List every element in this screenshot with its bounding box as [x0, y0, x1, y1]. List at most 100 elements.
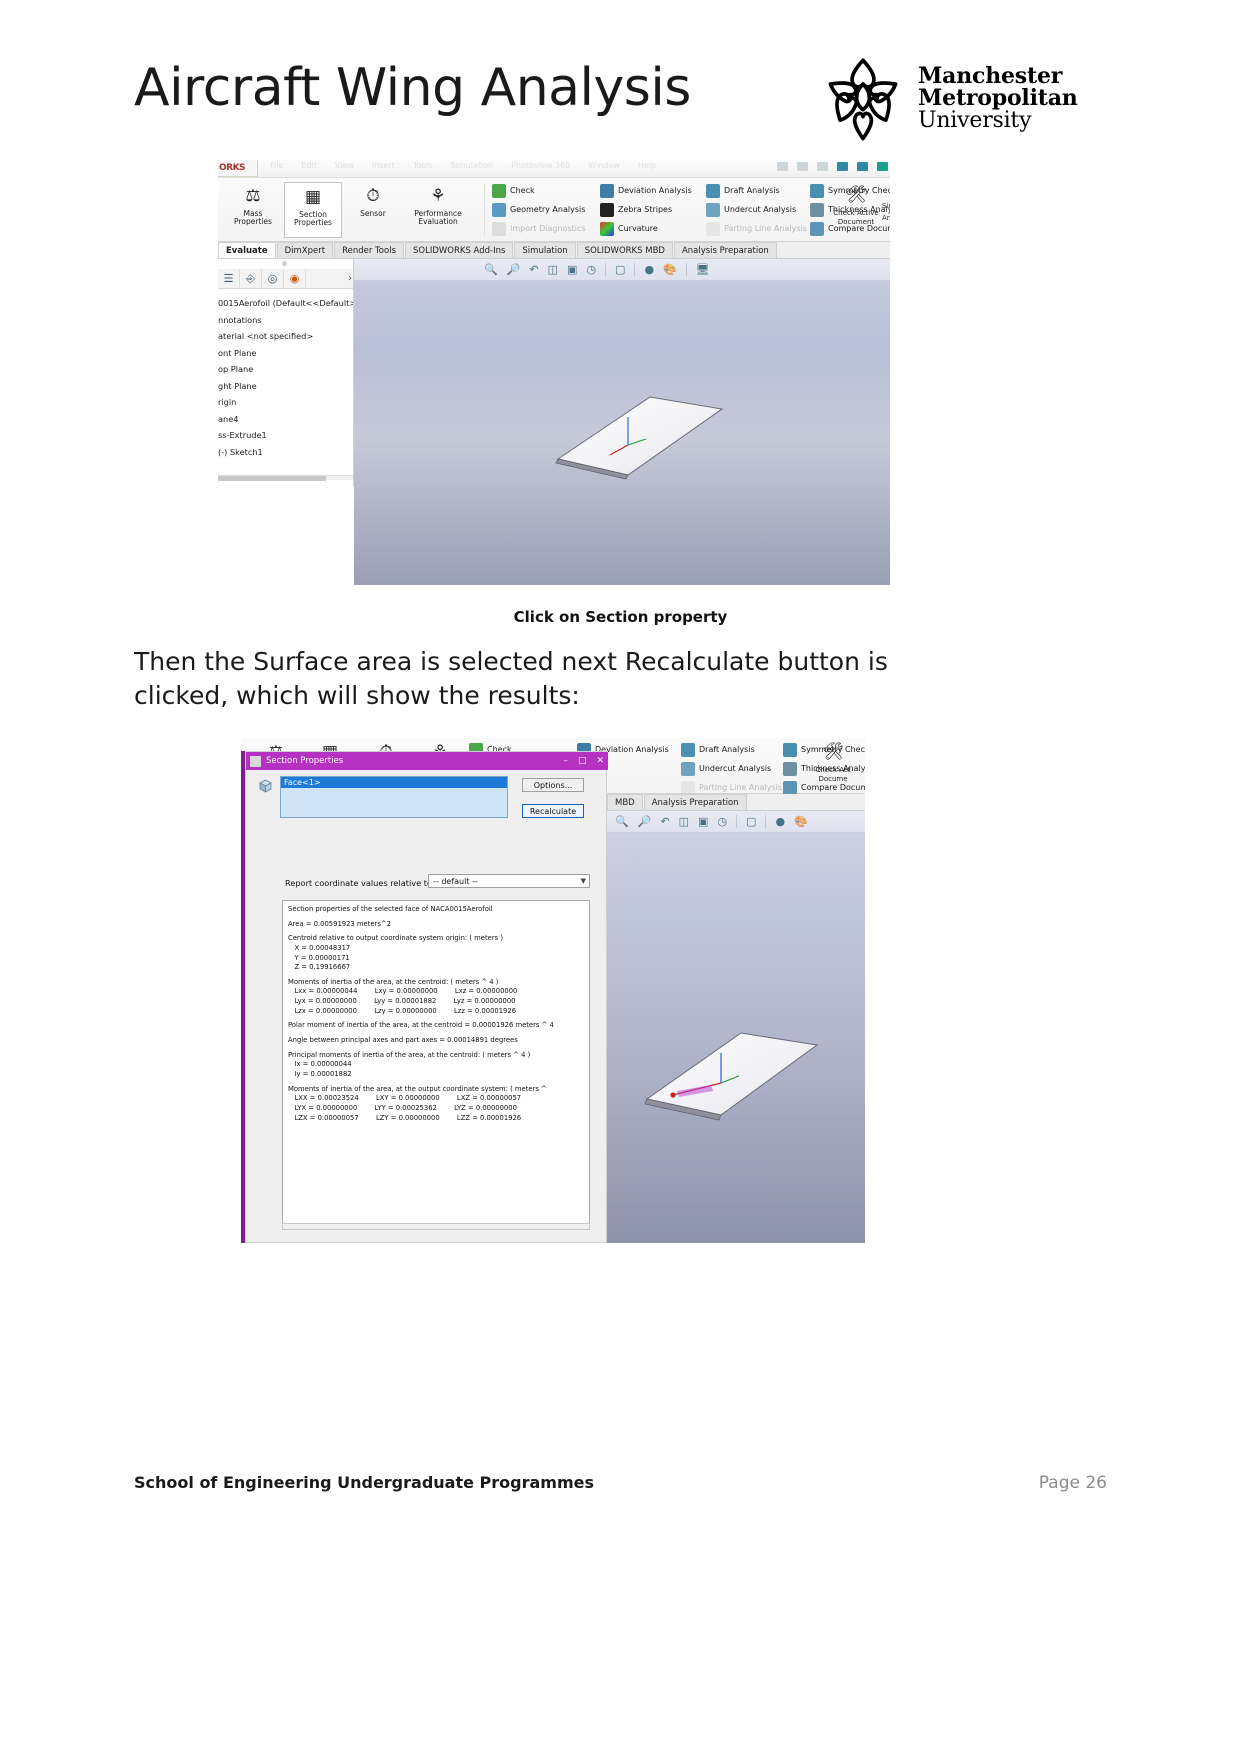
tree-item[interactable]: ane4: [218, 411, 353, 428]
section-view-icon[interactable]: ◫: [679, 815, 689, 828]
tree-item[interactable]: aterial <not specified>: [218, 328, 353, 345]
tree-item[interactable]: rigin: [218, 394, 353, 411]
minimize-icon[interactable]: [797, 162, 808, 171]
previous-view-icon[interactable]: ↶: [660, 815, 669, 828]
sw2-viewport-toolbar[interactable]: 🔍 🔎 ↶ ◫ ▣ ◷ ▢ ● 🎨: [607, 811, 865, 833]
viewport-toolbar[interactable]: 🔍 🔎 ↶ ◫ ▣ ◷ ▢ ● 🎨 🖥: [354, 259, 890, 281]
menu-item-view[interactable]: View: [335, 161, 354, 170]
ribbon-item-undercut-analysis[interactable]: Undercut Analysis: [681, 759, 782, 778]
close-button[interactable]: ✕: [596, 756, 604, 766]
save-icon[interactable]: [857, 162, 868, 171]
recalculate-button[interactable]: Recalculate: [522, 804, 584, 818]
tree-handle[interactable]: [282, 261, 287, 266]
tab-mbd[interactable]: MBD: [607, 794, 643, 810]
chevron-right-icon[interactable]: ›: [348, 273, 352, 284]
view-settings-icon[interactable]: 🖥: [696, 263, 710, 276]
restore-icon[interactable]: [817, 162, 828, 171]
menu-item-tools[interactable]: Tools: [413, 161, 433, 170]
pin-icon[interactable]: [877, 162, 888, 171]
sw2-check-active-document[interactable]: 🛠 Check Act Docume: [807, 738, 859, 794]
sw-logo-tab[interactable]: ORKS: [218, 160, 258, 177]
edit-appearance-icon[interactable]: ●: [775, 815, 785, 828]
menu-item-file[interactable]: File: [270, 161, 283, 170]
options-button[interactable]: Options...: [522, 778, 584, 792]
ribbon-section-properties[interactable]: ▦ Section Properties: [284, 182, 342, 238]
selection-list-box[interactable]: Face<1>: [280, 776, 508, 818]
tab-simulation[interactable]: Simulation: [514, 242, 576, 258]
ribbon-label: Docume: [818, 774, 848, 783]
previous-view-icon[interactable]: ↶: [529, 263, 538, 276]
coordinate-system-select[interactable]: -- default -- ▼: [428, 874, 590, 888]
zoom-to-fit-icon[interactable]: 🔍: [484, 263, 498, 276]
hide-show-icon[interactable]: ▢: [746, 815, 756, 828]
property-manager-icon[interactable]: ⎆: [240, 269, 262, 288]
tab-analysis-preparation[interactable]: Analysis Preparation: [673, 242, 777, 258]
zoom-to-area-icon[interactable]: 🔎: [638, 815, 652, 828]
tree-item[interactable]: (-) Sketch1: [218, 444, 353, 461]
configuration-manager-icon[interactable]: ◎: [262, 269, 284, 288]
ribbon-sensor[interactable]: ⏱ Sensor: [344, 182, 402, 238]
menu-item-window[interactable]: Window: [588, 161, 620, 170]
feature-tree-icon[interactable]: ☰: [218, 269, 240, 288]
section-view-icon[interactable]: ◫: [548, 263, 558, 276]
menu-item-insert[interactable]: Insert: [372, 161, 395, 170]
tree-item[interactable]: ss-Extrude1: [218, 427, 353, 444]
ribbon-item-check[interactable]: Check: [492, 181, 586, 200]
zoom-to-area-icon[interactable]: 🔎: [507, 263, 521, 276]
tab-solidworks-add-ins[interactable]: SOLIDWORKS Add-Ins: [405, 242, 514, 258]
ribbon-check-active-document[interactable]: 🛠 Check Active Document: [830, 181, 882, 237]
ribbon-performance-evaluation[interactable]: ⚘ Performance Evaluation: [398, 182, 478, 238]
tree-item[interactable]: nnotations: [218, 312, 353, 329]
window-controls[interactable]: [777, 162, 888, 171]
undo-icon[interactable]: [777, 162, 788, 171]
hide-show-icon[interactable]: ▢: [615, 263, 625, 276]
ribbon-item-draft-analysis[interactable]: Draft Analysis: [681, 740, 782, 759]
ribbon-item-geometry-analysis[interactable]: Geometry Analysis: [492, 200, 586, 219]
menu-item-help[interactable]: Help: [638, 161, 656, 170]
feature-tree-items[interactable]: 0015Aerofoil (Default<<Default> nnotation…: [218, 295, 353, 461]
tab-solidworks-mbd[interactable]: SOLIDWORKS MBD: [576, 242, 673, 258]
feature-tree-toolbar[interactable]: ☰ ⎆ ◎ ◉ ›: [218, 269, 353, 289]
ribbon-mass-properties[interactable]: ⚖ Mass Properties: [224, 182, 282, 238]
results-horizontal-scrollbar[interactable]: [282, 1223, 590, 1230]
maximize-button[interactable]: □: [578, 756, 587, 766]
menu-item-simulation[interactable]: Simulation: [451, 161, 494, 170]
menu-item-edit[interactable]: Edit: [301, 161, 317, 170]
sw-ribbon-tabs[interactable]: Evaluate DimXpert Render Tools SOLIDWORKS A…: [218, 242, 890, 259]
ribbon-item-curvature[interactable]: Curvature: [600, 219, 692, 238]
sw2-graphics-viewport[interactable]: 🔍 🔎 ↶ ◫ ▣ ◷ ▢ ● 🎨: [607, 811, 865, 1243]
ribbon-item-zebra-stripes[interactable]: Zebra Stripes: [600, 200, 692, 219]
results-text-area[interactable]: Section properties of the selected face …: [282, 900, 590, 1224]
minimize-button[interactable]: –: [563, 756, 568, 766]
ribbon-item-deviation-analysis[interactable]: Deviation Analysis: [600, 181, 692, 200]
tree-item[interactable]: 0015Aerofoil (Default<<Default>: [218, 295, 353, 312]
tab-dimxpert[interactable]: DimXpert: [276, 242, 334, 258]
aerofoil-3d-model[interactable]: [550, 387, 730, 487]
zoom-to-fit-icon[interactable]: 🔍: [615, 815, 629, 828]
tab-analysis-preparation[interactable]: Analysis Preparation: [643, 794, 747, 810]
selected-face-item[interactable]: Face<1>: [281, 777, 507, 788]
dialog-title-bar[interactable]: Section Properties – □ ✕: [246, 752, 608, 770]
graphics-viewport[interactable]: 🔍 🔎 ↶ ◫ ▣ ◷ ▢ ● 🎨 🖥: [354, 259, 890, 585]
display-manager-icon[interactable]: ◉: [284, 269, 306, 288]
tree-horizontal-scrollbar[interactable]: [218, 475, 353, 481]
ribbon-item-draft-analysis[interactable]: Draft Analysis: [706, 181, 807, 200]
menu-item-photoview-360[interactable]: Photoview 360: [511, 161, 570, 170]
view-orientation-icon[interactable]: ▣: [567, 263, 577, 276]
tree-item[interactable]: op Plane: [218, 361, 353, 378]
tree-item[interactable]: ght Plane: [218, 378, 353, 395]
display-style-icon[interactable]: ◷: [717, 815, 727, 828]
print-icon[interactable]: [837, 162, 848, 171]
tab-evaluate[interactable]: Evaluate: [218, 242, 276, 258]
edit-appearance-icon[interactable]: ●: [644, 263, 654, 276]
apply-scene-icon[interactable]: 🎨: [794, 815, 808, 828]
tab-render-tools[interactable]: Render Tools: [334, 242, 404, 258]
apply-scene-icon[interactable]: 🎨: [663, 263, 677, 276]
chevron-down-icon[interactable]: ▼: [581, 877, 586, 885]
display-style-icon[interactable]: ◷: [586, 263, 596, 276]
aerofoil-3d-model-selected[interactable]: [637, 1021, 827, 1131]
sw-menu-items[interactable]: File Edit View Insert Tools Simulation Photovi…: [270, 161, 674, 170]
view-orientation-icon[interactable]: ▣: [698, 815, 708, 828]
ribbon-item-undercut-analysis[interactable]: Undercut Analysis: [706, 200, 807, 219]
tree-item[interactable]: ont Plane: [218, 345, 353, 362]
